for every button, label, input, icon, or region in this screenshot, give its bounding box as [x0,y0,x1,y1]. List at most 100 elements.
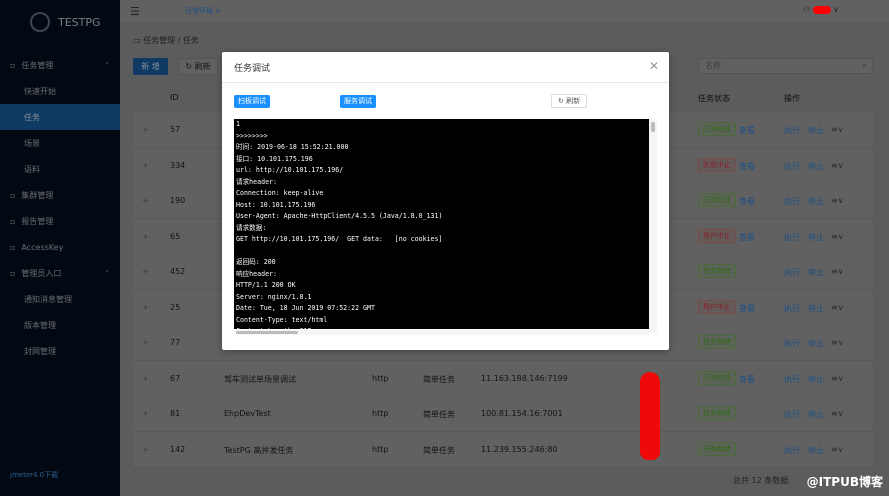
stop-link[interactable]: 停止 [808,338,824,349]
debug-log-output[interactable]: 1 >>>>>>>> 时间: 2019-06-18 15:52:21.000 接口: … [234,119,649,329]
view-link[interactable]: 查看 [739,303,755,314]
logo[interactable]: TESTPG [30,12,101,32]
new-button[interactable]: 新 增 [133,58,168,75]
row-id: 81 [170,409,181,418]
view-link[interactable]: 查看 [739,196,755,207]
run-link[interactable]: 执行 [784,445,800,456]
expand-icon[interactable]: + [142,267,149,276]
pagination-total: 总共 12 条数据 [733,476,789,485]
row-type: 简单任务 [423,410,455,419]
sidebar-item[interactable]: ▫ 任务管理 ⌃ [0,52,120,78]
sidebar-item-label: 通知消息管理 [24,294,72,304]
menu-fold-icon[interactable]: ☰ [130,5,140,18]
stop-link[interactable]: 停止 [808,374,824,385]
expand-icon[interactable]: + [142,303,149,312]
expand-icon[interactable]: + [142,409,149,418]
view-link[interactable]: 查看 [739,374,755,385]
stop-link[interactable]: 停止 [808,409,824,420]
sidebar-item[interactable]: 任务 [0,104,120,130]
sidebar-item[interactable]: ▫ 管理员入口 ⌃ [0,260,120,286]
sidebar-item[interactable]: 版本管理 [0,312,120,338]
sidebar-item[interactable]: ▫ 集群管理 [0,182,120,208]
sidebar-item-label: 集群管理 [21,190,54,200]
run-link[interactable]: 执行 [784,338,800,349]
more-dropdown[interactable]: ≡∨ [831,125,844,134]
more-dropdown[interactable]: ≡∨ [831,374,844,383]
expand-icon[interactable]: + [142,161,149,170]
run-link[interactable]: 执行 [784,303,800,314]
stop-link[interactable]: 停止 [808,445,824,456]
chevron-up-icon: ⌃ [104,61,110,69]
jmeter-download-link[interactable]: jmeter4.0下载 [10,470,58,480]
row-id: 452 [170,267,186,276]
table-row: +142 TestPG 高并发任务 http 简单任务 11.239.155.246:8… [133,431,873,468]
expand-icon[interactable]: + [142,374,149,383]
refresh-button[interactable]: ↻ 刷新 [178,58,218,75]
sidebar-item[interactable]: ▫ 报告管理 [0,208,120,234]
view-link[interactable]: 查看 [739,161,755,172]
admin-icon: ▫ [10,268,16,278]
row-id: 65 [170,231,181,241]
stop-link[interactable]: 停止 [808,232,824,243]
redacted-username [812,5,831,14]
run-link[interactable]: 执行 [784,374,800,385]
log-line: HTTP/1.1 200 OK [236,281,296,289]
more-dropdown[interactable]: ≡∨ [831,267,844,276]
log-line: Content-Type: text/html [236,315,328,324]
stop-link[interactable]: 停止 [808,161,824,172]
sidebar-item[interactable]: 语料 [0,156,120,182]
run-link[interactable]: 执行 [784,232,800,243]
stop-link[interactable]: 停止 [808,267,824,278]
more-dropdown[interactable]: ≡∨ [831,232,844,241]
sidebar-item[interactable]: 快速开始 [0,78,120,104]
modal-refresh-button[interactable]: ↻ 刷新 [551,94,588,108]
env-select[interactable]: 日常环境 ∨ [185,6,220,16]
expand-icon[interactable]: + [142,232,149,241]
scan-debug-button[interactable]: 扫板调试 [234,95,270,108]
run-link[interactable]: 执行 [784,267,800,278]
more-dropdown[interactable]: ≡∨ [831,409,844,418]
view-link[interactable]: 查看 [739,232,755,243]
expand-icon[interactable]: + [142,125,149,134]
expand-icon[interactable]: + [142,196,149,205]
run-link[interactable]: 执行 [784,125,800,136]
log-line: User-Agent: Apache-HttpClient/4.5.5 (Jav… [236,212,443,220]
row-name: 驾车测试单场景调试 [224,374,296,384]
more-dropdown[interactable]: ≡∨ [831,161,844,170]
sidebar: TESTPG ▫ 任务管理 ⌃ 快速开始 任务 场景 语料 ▫ 集群管理 ▫ 报告管理 ▫ Access… [0,0,120,496]
run-link[interactable]: 执行 [784,196,800,207]
log-line: Connection: keep-alive [236,189,324,197]
service-debug-button[interactable]: 服务调试 [340,95,376,108]
row-type: 简单任务 [423,374,455,384]
stop-link[interactable]: 停止 [808,303,824,314]
table-row: +81 EhpDevTest http 简单任务 100.81.154.16:7001 任… [133,396,873,432]
vertical-scrollbar[interactable] [649,119,657,333]
search-input[interactable]: 名称 ⌕ [698,58,873,74]
row-name: TestPG 高并发任务 [224,445,294,455]
sidebar-item[interactable]: ▫ AccessKey [0,234,120,260]
sidebar-item[interactable]: 封网管理 [0,338,120,364]
sidebar-item[interactable]: 场景 [0,130,120,156]
run-link[interactable]: 执行 [784,409,800,420]
run-link[interactable]: 执行 [784,161,800,172]
stop-link[interactable]: 停止 [808,125,824,136]
modal-title: 任务调试 [234,64,271,74]
search-icon[interactable]: ⌕ [863,59,867,73]
stop-link[interactable]: 停止 [808,196,824,207]
more-dropdown[interactable]: ≡∨ [831,303,844,312]
expand-icon[interactable]: + [142,338,149,347]
sidebar-item[interactable]: 通知消息管理 [0,286,120,312]
close-icon[interactable]: ✕ [649,59,659,73]
status-badge: 压测完成 [698,122,736,136]
log-line: GET http://10.101.175.196/ GET data: [no… [236,235,443,243]
sidebar-item-label: 任务 [24,112,40,122]
horizontal-scrollbar[interactable] [234,330,649,335]
sidebar-item-label: 语料 [24,164,40,174]
user-menu[interactable]: ⚇ ∨ [803,5,839,14]
more-dropdown[interactable]: ≡∨ [831,338,844,347]
more-dropdown[interactable]: ≡∨ [831,445,844,454]
expand-icon[interactable]: + [142,445,149,454]
view-link[interactable]: 查看 [739,125,755,136]
more-dropdown[interactable]: ≡∨ [831,196,844,205]
